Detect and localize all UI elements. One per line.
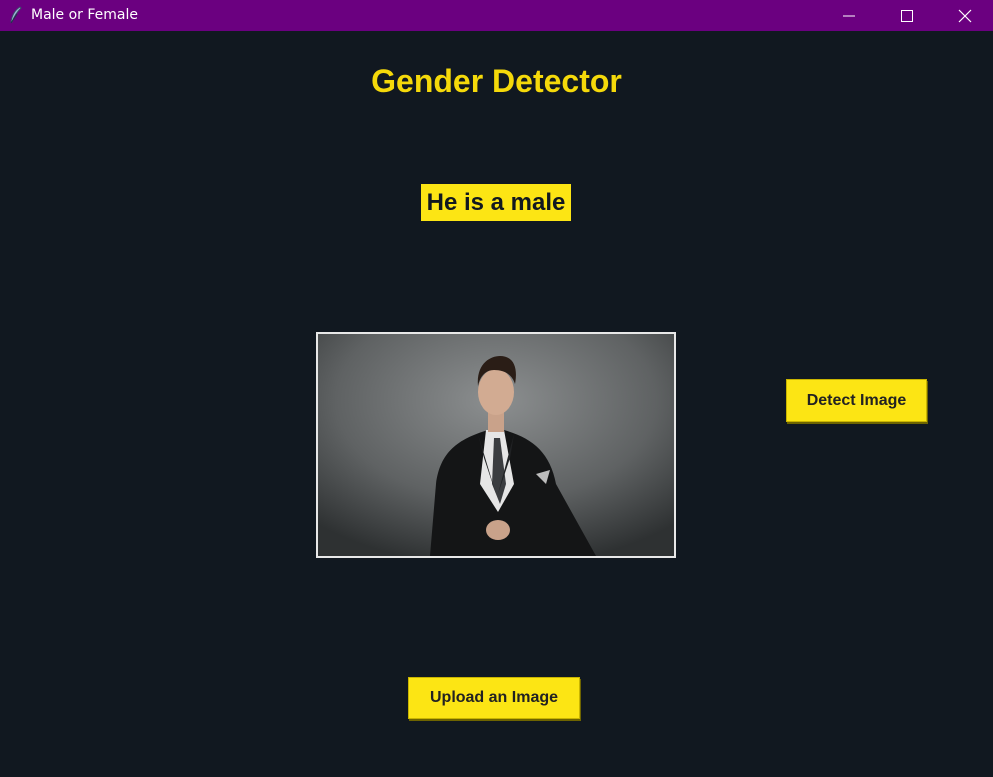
title-bar: Male or Female: [0, 0, 993, 31]
close-button[interactable]: [936, 0, 993, 31]
detect-image-button[interactable]: Detect Image: [786, 379, 927, 422]
upload-image-button[interactable]: Upload an Image: [408, 677, 580, 719]
uploaded-image: [316, 332, 676, 558]
window-title: Male or Female: [31, 7, 139, 23]
minimize-icon: [843, 10, 855, 22]
maximize-icon: [901, 9, 913, 22]
feather-icon: [9, 6, 23, 24]
close-icon: [958, 9, 972, 23]
page-title: Gender Detector: [371, 63, 622, 99]
main-window: Gender Detector He is a male Detect Imag…: [0, 31, 993, 777]
result-label: He is a male: [421, 184, 571, 221]
maximize-button[interactable]: [878, 0, 936, 31]
minimize-button[interactable]: [820, 0, 878, 31]
person-photo: [318, 334, 674, 556]
